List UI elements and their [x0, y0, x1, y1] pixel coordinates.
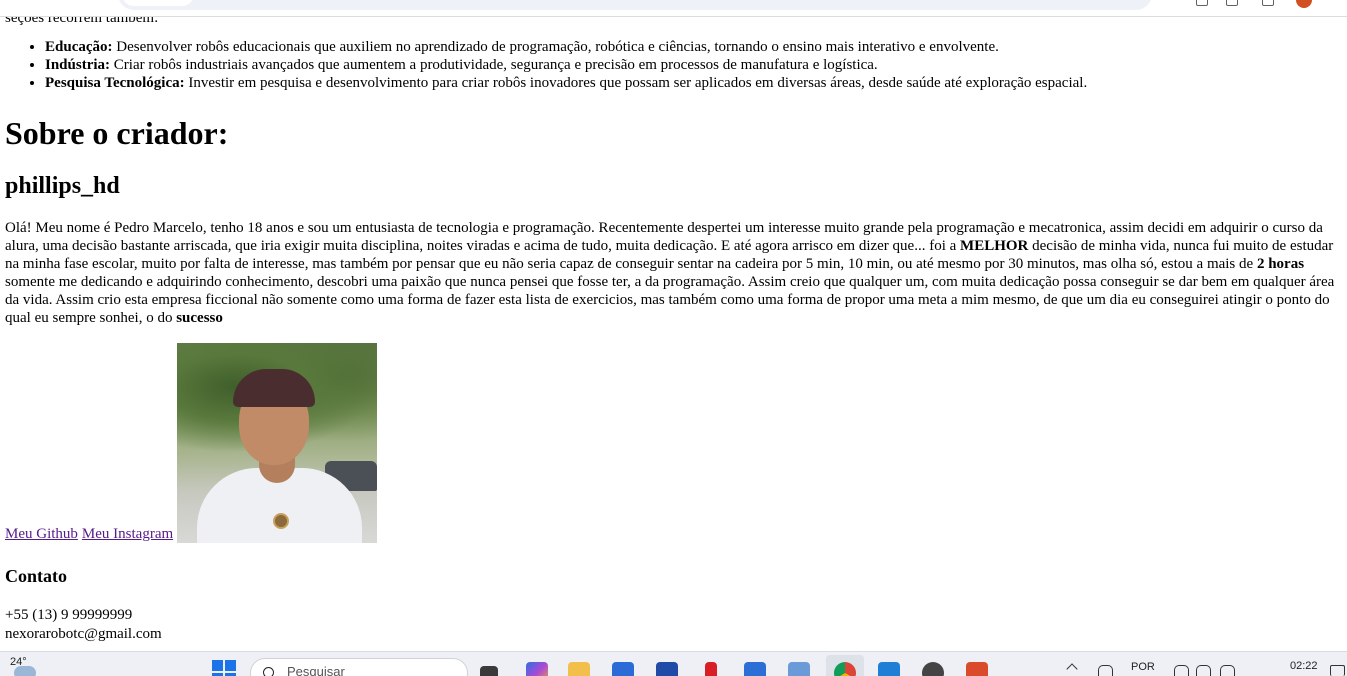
taskbar-search-input[interactable]: Pesquisar [250, 658, 468, 676]
file-explorer-icon[interactable] [568, 662, 590, 676]
search-placeholder: Pesquisar [287, 664, 345, 676]
downloads-icon[interactable] [1262, 0, 1274, 6]
weather-temperature[interactable]: 24° [10, 656, 27, 668]
creator-photo [177, 343, 378, 543]
app-icon[interactable] [656, 662, 678, 676]
contact-email: nexorarobotc@gmail.com [5, 626, 162, 642]
bookmark-icon[interactable] [1226, 0, 1238, 6]
notifications-icon[interactable] [1330, 665, 1345, 676]
instagram-link[interactable]: Meu Instagram [82, 525, 173, 543]
browser-toolbar [0, 0, 1347, 17]
list-item: Indústria: Criar robôs industriais avanç… [45, 56, 1087, 74]
taskbar: 24° Pesquisar POR 02:22 [0, 651, 1347, 676]
netflix-icon[interactable] [705, 662, 717, 676]
input-language[interactable]: POR [1131, 661, 1155, 673]
extension-icon[interactable] [1196, 0, 1208, 6]
creator-bio: Olá! Meu nome é Pedro Marcelo, tenho 18 … [5, 220, 1335, 326]
creator-name: phillips_hd [5, 173, 120, 199]
address-bar-chip[interactable] [122, 0, 194, 6]
list-item: Pesquisa Tecnológica: Investir em pesqui… [45, 74, 1087, 92]
clock-app-icon[interactable] [922, 662, 944, 676]
creator-heading: Sobre o criador: [5, 115, 229, 151]
address-bar[interactable] [118, 0, 1152, 10]
list-item: Educação: Desenvolver robôs educacionais… [45, 38, 1087, 56]
goals-list: Educação: Desenvolver robôs educacionais… [0, 38, 1087, 92]
contact-heading: Contato [5, 566, 67, 586]
microsoft-store-icon[interactable] [612, 662, 634, 676]
windows-start-icon[interactable] [212, 660, 236, 676]
cut-off-text: seções recorrem também: [5, 16, 159, 26]
social-links: Meu Github Meu Instagram [5, 343, 378, 543]
contact-info: +55 (13) 9 99999999 nexorarobotc@gmail.c… [5, 606, 162, 644]
profile-avatar[interactable] [1296, 0, 1312, 8]
contact-phone: +55 (13) 9 99999999 [5, 607, 133, 623]
copilot-icon[interactable] [526, 662, 548, 676]
network-icon[interactable] [1098, 665, 1113, 676]
photos-icon[interactable] [788, 662, 810, 676]
page-content: seções recorrem também: Educação: Desenv… [0, 16, 1347, 651]
vscode-icon[interactable] [878, 662, 900, 676]
volume-icon[interactable] [1196, 665, 1211, 676]
notepad-icon[interactable] [744, 662, 766, 676]
wifi-icon[interactable] [1174, 665, 1189, 676]
clock-time[interactable]: 02:22 [1290, 660, 1318, 672]
battery-icon[interactable] [1220, 665, 1235, 676]
github-link[interactable]: Meu Github [5, 525, 78, 543]
app-icon-red[interactable] [966, 662, 988, 676]
chevron-up-icon[interactable] [1066, 663, 1078, 675]
